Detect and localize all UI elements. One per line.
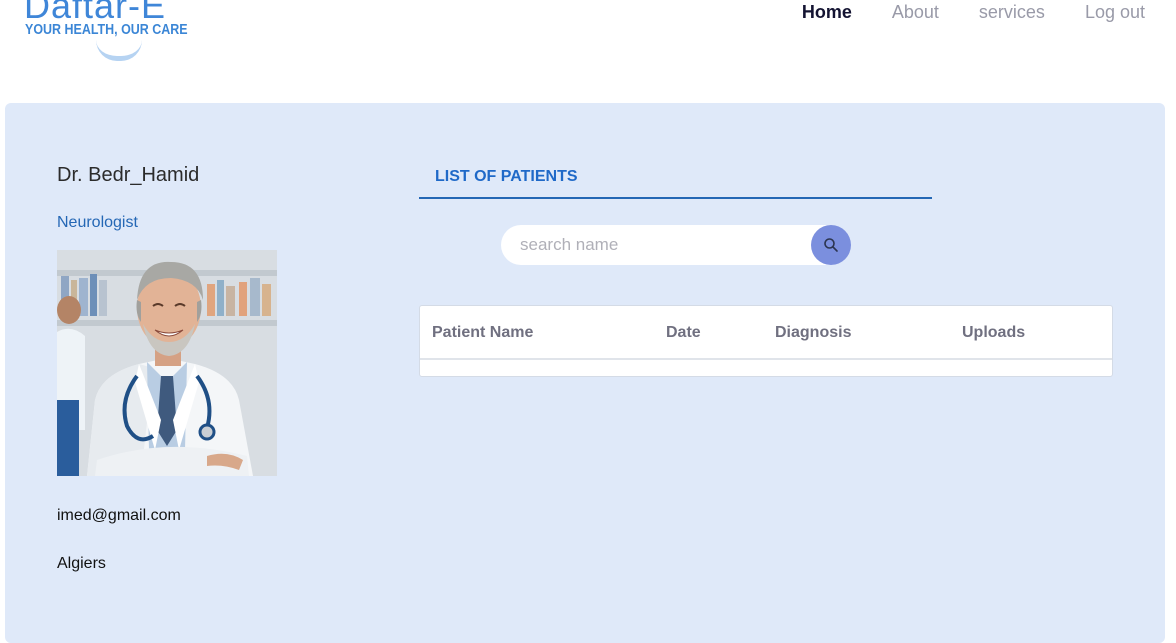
nav-logout-link[interactable]: Log out bbox=[1085, 2, 1145, 22]
main-nav: Home About services Log out bbox=[762, 2, 1145, 22]
column-header-uploads[interactable]: Uploads bbox=[962, 324, 1025, 342]
doctor-city: Algiers bbox=[57, 555, 106, 572]
dashboard-panel: Dr. Bedr_Hamid Neurologist imed@gmail.co… bbox=[5, 103, 1165, 643]
patients-tab[interactable]: LIST OF PATIENTS bbox=[419, 165, 932, 199]
doctor-specialty: Neurologist bbox=[57, 214, 138, 231]
logo-swoosh bbox=[96, 40, 142, 61]
brand-logo[interactable]: Daftar-E YOUR HEALTH, OUR CARE bbox=[24, 0, 188, 61]
patients-table: Patient Name Date Diagnosis Uploads bbox=[419, 305, 1113, 377]
brand-name: Daftar-E bbox=[24, 0, 167, 26]
search-icon bbox=[824, 238, 838, 252]
nav-home-link[interactable]: Home bbox=[802, 2, 852, 22]
nav-services-link[interactable]: services bbox=[979, 2, 1045, 22]
search-button[interactable] bbox=[811, 225, 851, 265]
nav-about-link[interactable]: About bbox=[892, 2, 939, 22]
doctor-email: imed@gmail.com bbox=[57, 507, 181, 524]
column-header-patient-name[interactable]: Patient Name bbox=[432, 324, 533, 342]
search-input[interactable] bbox=[501, 225, 801, 265]
patient-search bbox=[501, 225, 851, 265]
column-header-diagnosis[interactable]: Diagnosis bbox=[775, 324, 851, 342]
doctor-name: Dr. Bedr_Hamid bbox=[57, 164, 200, 186]
table-header: Patient Name Date Diagnosis Uploads bbox=[420, 306, 1112, 360]
brand-tagline: YOUR HEALTH, OUR CARE bbox=[25, 22, 188, 38]
column-header-date[interactable]: Date bbox=[666, 324, 701, 342]
patients-tab-label: LIST OF PATIENTS bbox=[435, 168, 578, 185]
doctor-photo bbox=[57, 250, 277, 476]
